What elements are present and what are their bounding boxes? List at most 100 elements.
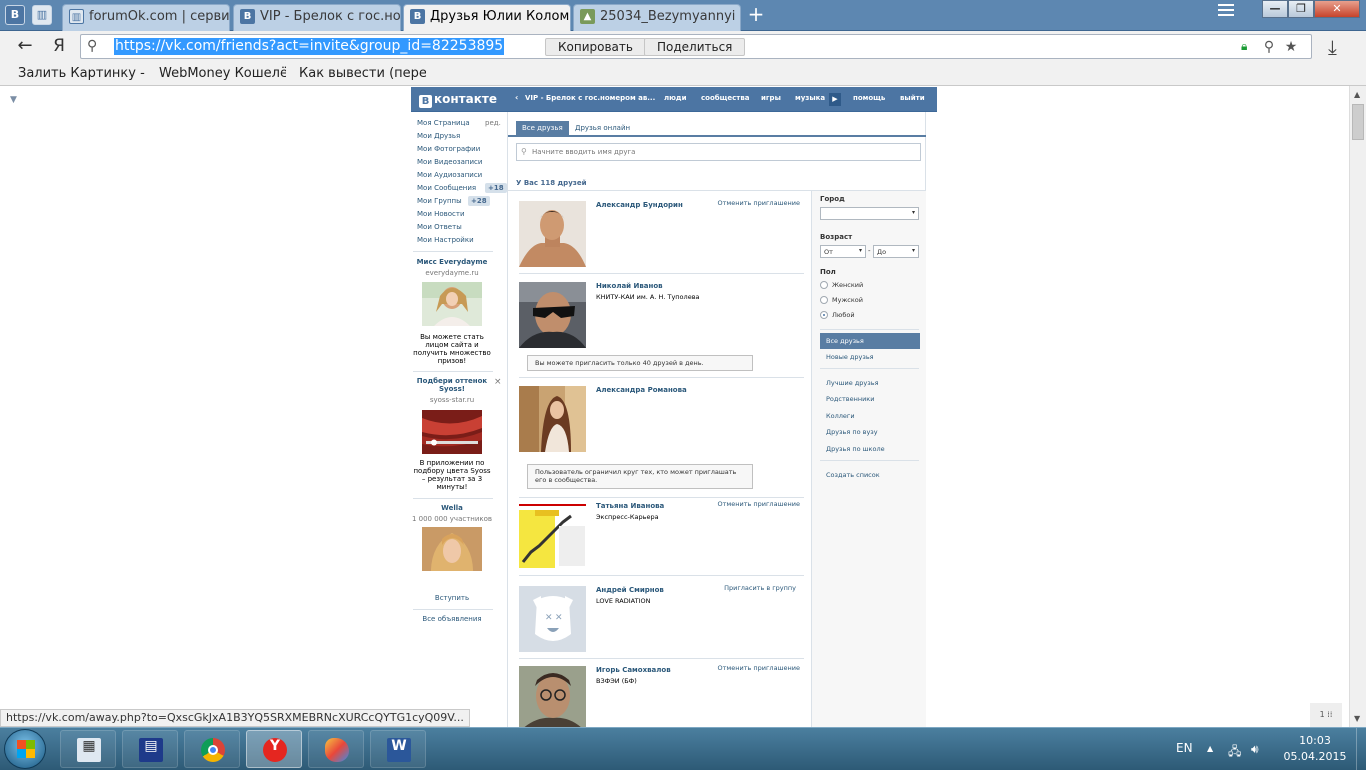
menu-my-news[interactable]: Мои Новости — [417, 210, 465, 218]
scroll-thumb[interactable] — [1352, 104, 1364, 140]
menu-my-answers[interactable]: Мои Ответы — [417, 223, 462, 231]
header-next-arrow-icon[interactable]: ▶ — [829, 93, 841, 106]
menu-my-audio[interactable]: Мои Аудиозаписи — [417, 171, 482, 179]
tab-image[interactable]: ▲ 25034_Bezymyannyi - — [573, 4, 741, 31]
join-link[interactable]: Вступить — [411, 594, 493, 602]
clock[interactable]: 10:03 05.04.2015 — [1280, 733, 1350, 765]
menu-my-messages[interactable]: Мои Сообщения — [417, 184, 476, 192]
scroll-up-icon[interactable]: ▲ — [1354, 90, 1360, 99]
sex-female-radio[interactable] — [820, 281, 828, 289]
list-all-friends[interactable]: Все друзья — [820, 333, 920, 349]
start-button[interactable] — [4, 729, 46, 769]
list-relatives[interactable]: Родственники — [820, 391, 920, 407]
download-icon[interactable]: ⤓ — [1328, 35, 1337, 59]
friend-name[interactable]: Александр Бундорин — [596, 201, 683, 209]
age-to-select[interactable]: До ▾ — [873, 245, 919, 258]
menu-my-videos[interactable]: Мои Видеозаписи — [417, 158, 482, 166]
header-back-arrow-icon[interactable]: ‹ — [515, 93, 518, 102]
yandex-browser-app[interactable]: Y — [246, 730, 302, 768]
share-button[interactable]: Поделиться — [644, 38, 746, 56]
menu-my-groups[interactable]: Мои Группы — [417, 197, 462, 205]
tab-forumok[interactable]: ▥ forumOk.com | серви — [62, 4, 230, 31]
minimize-button[interactable]: — — [1262, 0, 1288, 18]
zoom-icon[interactable]: ⚲ — [1260, 38, 1278, 56]
friend-photo[interactable] — [519, 386, 586, 452]
new-tab-button[interactable]: + — [746, 4, 766, 24]
url-text[interactable]: https://vk.com/friends?act=invite&group_… — [114, 38, 505, 55]
friend-name[interactable]: Николай Иванов — [596, 282, 663, 290]
close-button[interactable]: ✕ — [1314, 0, 1360, 18]
tab-friends[interactable]: В Друзья Юлии Колом — [403, 4, 571, 31]
bookmark-item[interactable]: Залить Картинку - З — [18, 66, 145, 81]
city-select[interactable]: ▾ — [820, 207, 919, 220]
tab-vip-brelok[interactable]: В VIP - Брелок с гос.но — [233, 4, 401, 31]
star-icon[interactable]: ★ — [1282, 38, 1300, 56]
bookmark-item[interactable]: Как вывести (переве — [299, 66, 426, 81]
vk-logo[interactable]: Вконтакте — [419, 92, 497, 108]
menu-my-photos[interactable]: Мои Фотографии — [417, 145, 480, 153]
header-nav-music[interactable]: музыка — [795, 94, 825, 102]
chrome-app[interactable] — [184, 730, 240, 768]
network-icon[interactable]: 🖧︎ — [1228, 742, 1241, 763]
friend-name[interactable]: Александра Романова — [596, 386, 687, 394]
down-arrow-icon[interactable]: ▼ — [10, 95, 17, 105]
header-nav-group[interactable]: VIP - Брелок с гос.номером ав... — [525, 94, 655, 102]
page-indicator[interactable]: 1 ⁞⁞ — [1310, 703, 1342, 727]
copy-button[interactable]: Копировать — [545, 38, 646, 56]
paint-app[interactable] — [308, 730, 364, 768]
scroll-down-icon[interactable]: ▼ — [1354, 714, 1360, 723]
friend-search-input[interactable]: ⚲ Начните вводить имя друга — [516, 143, 921, 161]
create-list-link[interactable]: Создать список — [820, 467, 920, 483]
friend-photo[interactable] — [519, 666, 586, 727]
invite-to-group-link[interactable]: Пригласить в группу — [724, 584, 796, 592]
vertical-scrollbar[interactable]: ▲ ▼ — [1349, 86, 1366, 727]
pinned-tab-bookmarks[interactable]: ▥ — [32, 5, 52, 25]
list-colleagues[interactable]: Коллеги — [820, 408, 920, 424]
word-app[interactable]: W — [370, 730, 426, 768]
list-best-friends[interactable]: Лучшие друзья — [820, 375, 920, 391]
age-from-select[interactable]: От ▾ — [820, 245, 866, 258]
cancel-invite-link[interactable]: Отменить приглашение — [717, 664, 800, 672]
save-disk-app[interactable]: ▤ — [122, 730, 178, 768]
ad-title[interactable]: Подбери оттенок Syoss! — [411, 377, 493, 393]
sex-option-label[interactable]: Женский — [832, 281, 863, 289]
friend-photo[interactable]: ✕ ✕ — [519, 586, 586, 652]
menu-my-settings[interactable]: Мои Настройки — [417, 236, 474, 244]
header-nav-people[interactable]: люди — [664, 94, 687, 102]
friend-photo[interactable] — [519, 201, 586, 267]
list-new-friends[interactable]: Новые друзья — [820, 349, 920, 365]
friend-photo[interactable] — [519, 502, 586, 568]
menu-my-friends[interactable]: Мои Друзья — [417, 132, 460, 140]
friend-name[interactable]: Татьяна Иванова — [596, 502, 664, 510]
ad-title[interactable]: Wella — [411, 504, 493, 512]
friend-name[interactable]: Андрей Смирнов — [596, 586, 664, 594]
header-nav-help[interactable]: помощь — [853, 94, 885, 102]
browser-menu-button[interactable] — [1212, 1, 1240, 17]
sex-option-label[interactable]: Любой — [832, 311, 855, 319]
sex-male-radio[interactable] — [820, 296, 828, 304]
volume-icon[interactable]: 🔊︎ — [1251, 742, 1259, 757]
sex-option-label[interactable]: Мужской — [832, 296, 863, 304]
header-nav-communities[interactable]: сообщества — [701, 94, 750, 102]
friend-photo[interactable] — [519, 282, 586, 348]
cancel-invite-link[interactable]: Отменить приглашение — [717, 199, 800, 207]
ad-image[interactable] — [422, 282, 482, 326]
bookmark-item[interactable]: WebMoney Кошелё — [159, 66, 286, 81]
calculator-app[interactable]: ▦ — [60, 730, 116, 768]
list-university-friends[interactable]: Друзья по вузу — [820, 424, 920, 440]
header-nav-logout[interactable]: выйти — [900, 94, 925, 102]
all-ads-link[interactable]: Все объявления — [411, 615, 493, 623]
url-input[interactable]: ⚲ https://vk.com/friends?act=invite&grou… — [80, 34, 1312, 59]
cancel-invite-link[interactable]: Отменить приглашение — [717, 500, 800, 508]
header-nav-games[interactable]: игры — [761, 94, 781, 102]
friend-name[interactable]: Игорь Самохвалов — [596, 666, 671, 674]
show-desktop-button[interactable] — [1356, 728, 1366, 771]
close-icon[interactable]: × — [494, 377, 502, 387]
list-school-friends[interactable]: Друзья по школе — [820, 441, 920, 457]
ad-image[interactable] — [422, 410, 482, 454]
sex-any-radio[interactable] — [820, 311, 828, 319]
yandex-icon[interactable]: Я — [48, 35, 70, 57]
menu-my-page[interactable]: Моя Страница — [417, 119, 470, 127]
tab-all-friends[interactable]: Все друзья — [516, 121, 569, 135]
tab-friends-online[interactable]: Друзья онлайн — [569, 121, 636, 135]
